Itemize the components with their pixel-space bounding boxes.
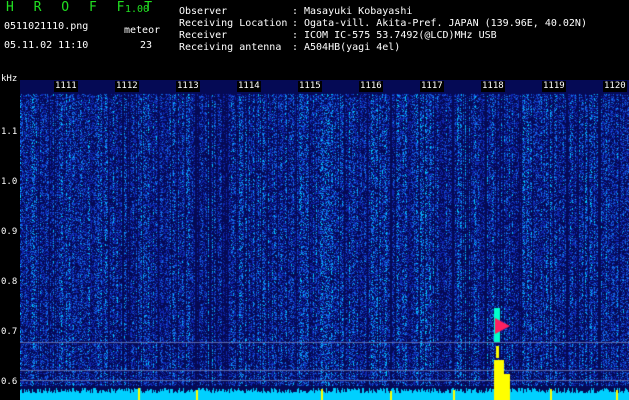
- time-tick-label: 1118: [481, 81, 505, 92]
- time-tick-label: 1114: [237, 81, 261, 92]
- time-axis: 1111 1112 1113 1114 1115 1116 1117 1118 1119 1120: [20, 80, 629, 94]
- frequency-tick-label: 0.9: [1, 227, 18, 237]
- separator: :: [292, 6, 299, 17]
- time-tick-label: 1119: [542, 81, 566, 92]
- observer-value: Masayuki Kobayashi: [304, 6, 413, 17]
- frequency-tick-label: 1.1: [1, 127, 18, 137]
- location-value: Ogata-vill. Akita-Pref. JAPAN (139.96E, …: [304, 18, 587, 29]
- separator: :: [292, 42, 299, 53]
- header-panel: H R O F F T 1.00 0511021110.png 05.11.02…: [0, 0, 629, 78]
- time-tick-label: 1113: [176, 81, 200, 92]
- receiver-value: ICOM IC-575 53.7492(@LCD)MHz USB: [304, 30, 497, 41]
- antenna-value: A504HB(yagi 4el): [304, 42, 401, 53]
- time-tick-label: 1120: [603, 81, 627, 92]
- time-tick-label: 1111: [54, 81, 78, 92]
- time-tick-label: 1116: [359, 81, 383, 92]
- frequency-tick-label: 0.8: [1, 277, 18, 287]
- time-tick-label: 1115: [298, 81, 322, 92]
- image-filename: 0511021110.png: [4, 21, 89, 32]
- time-tick-label: 1117: [420, 81, 444, 92]
- time-tick-label: 1112: [115, 81, 139, 92]
- location-label: Receiving Location: [179, 18, 288, 29]
- spectrogram-panel: 1111 1112 1113 1114 1115 1116 1117 1118 1119 1120: [20, 80, 629, 400]
- frequency-tick-label: 0.6: [1, 377, 18, 387]
- meteor-label: meteor: [124, 25, 161, 36]
- frequency-tick-label: 0.7: [1, 327, 18, 337]
- receiver-label: Receiver: [179, 30, 228, 41]
- separator: :: [292, 18, 299, 29]
- antenna-label: Receiving antenna: [179, 42, 282, 53]
- frequency-axis: 1.1 1.0 0.9 0.8 0.7 0.6: [0, 80, 20, 400]
- hrofft-window: H R O F F T 1.00 0511021110.png 05.11.02…: [0, 0, 629, 400]
- observer-label: Observer: [179, 6, 228, 17]
- app-version: 1.00: [125, 4, 150, 15]
- separator: :: [292, 30, 299, 41]
- frequency-tick-label: 1.0: [1, 177, 18, 187]
- meteor-count: 23: [140, 40, 153, 51]
- image-datetime: 05.11.02 11:10: [4, 40, 89, 51]
- spectrogram-image: [20, 80, 629, 400]
